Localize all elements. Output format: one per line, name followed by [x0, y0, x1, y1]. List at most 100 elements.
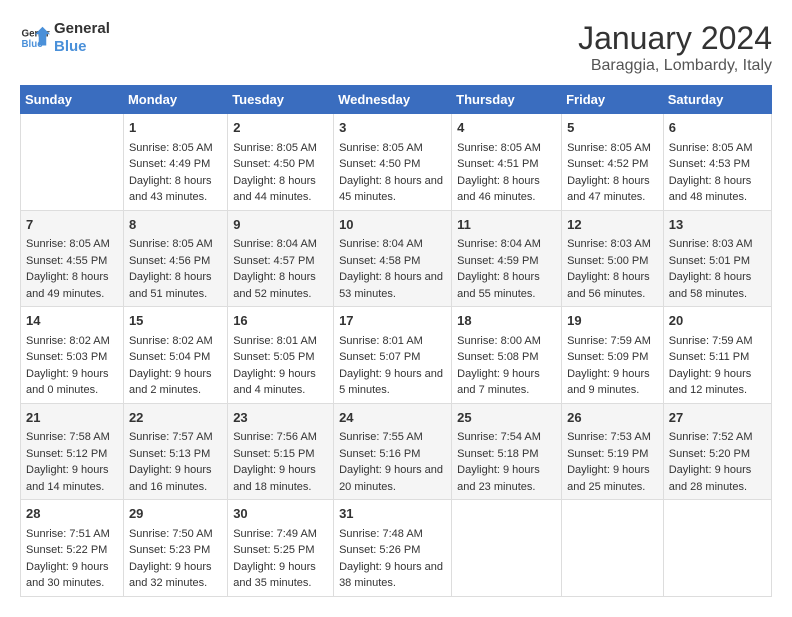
calendar-cell: 4Sunrise: 8:05 AMSunset: 4:51 PMDaylight… [452, 114, 562, 211]
daylight-text: Daylight: 9 hours and 16 minutes. [129, 462, 222, 495]
page-subtitle: Baraggia, Lombardy, Italy [578, 57, 772, 75]
sunset-text: Sunset: 5:11 PM [669, 349, 766, 366]
calendar-cell: 15Sunrise: 8:02 AMSunset: 5:04 PMDayligh… [123, 307, 227, 404]
calendar-cell: 20Sunrise: 7:59 AMSunset: 5:11 PMDayligh… [663, 307, 771, 404]
sunrise-text: Sunrise: 8:05 AM [26, 236, 118, 253]
sunset-text: Sunset: 5:25 PM [233, 542, 328, 559]
calendar-cell [663, 500, 771, 597]
daylight-text: Daylight: 8 hours and 53 minutes. [339, 269, 446, 302]
sunset-text: Sunset: 5:26 PM [339, 542, 446, 559]
day-number: 12 [567, 215, 658, 235]
sunset-text: Sunset: 4:56 PM [129, 253, 222, 270]
sunrise-text: Sunrise: 7:49 AM [233, 526, 328, 543]
day-number: 9 [233, 215, 328, 235]
daylight-text: Daylight: 8 hours and 43 minutes. [129, 173, 222, 206]
logo-text-line1: General [54, 20, 110, 38]
sunrise-text: Sunrise: 8:04 AM [233, 236, 328, 253]
daylight-text: Daylight: 9 hours and 32 minutes. [129, 559, 222, 592]
calendar-cell: 23Sunrise: 7:56 AMSunset: 5:15 PMDayligh… [228, 403, 334, 500]
sunset-text: Sunset: 5:12 PM [26, 446, 118, 463]
daylight-text: Daylight: 9 hours and 9 minutes. [567, 366, 658, 399]
day-number: 31 [339, 504, 446, 524]
sunset-text: Sunset: 4:51 PM [457, 156, 556, 173]
sunrise-text: Sunrise: 8:05 AM [669, 140, 766, 157]
calendar-cell: 7Sunrise: 8:05 AMSunset: 4:55 PMDaylight… [21, 210, 124, 307]
daylight-text: Daylight: 9 hours and 14 minutes. [26, 462, 118, 495]
day-number: 23 [233, 408, 328, 428]
day-number: 14 [26, 311, 118, 331]
sunrise-text: Sunrise: 7:53 AM [567, 429, 658, 446]
sunrise-text: Sunrise: 7:57 AM [129, 429, 222, 446]
calendar-cell: 6Sunrise: 8:05 AMSunset: 4:53 PMDaylight… [663, 114, 771, 211]
header-tuesday: Tuesday [228, 86, 334, 114]
sunrise-text: Sunrise: 7:59 AM [567, 333, 658, 350]
calendar-cell: 10Sunrise: 8:04 AMSunset: 4:58 PMDayligh… [334, 210, 452, 307]
sunset-text: Sunset: 5:20 PM [669, 446, 766, 463]
daylight-text: Daylight: 8 hours and 47 minutes. [567, 173, 658, 206]
logo: General Blue General Blue [20, 20, 110, 56]
sunset-text: Sunset: 5:15 PM [233, 446, 328, 463]
sunset-text: Sunset: 5:01 PM [669, 253, 766, 270]
calendar-cell: 3Sunrise: 8:05 AMSunset: 4:50 PMDaylight… [334, 114, 452, 211]
logo-text-line2: Blue [54, 38, 110, 56]
daylight-text: Daylight: 9 hours and 2 minutes. [129, 366, 222, 399]
calendar-cell: 16Sunrise: 8:01 AMSunset: 5:05 PMDayligh… [228, 307, 334, 404]
sunrise-text: Sunrise: 8:00 AM [457, 333, 556, 350]
sunset-text: Sunset: 4:53 PM [669, 156, 766, 173]
calendar-header: SundayMondayTuesdayWednesdayThursdayFrid… [21, 86, 772, 114]
sunset-text: Sunset: 4:52 PM [567, 156, 658, 173]
calendar-cell: 25Sunrise: 7:54 AMSunset: 5:18 PMDayligh… [452, 403, 562, 500]
daylight-text: Daylight: 9 hours and 20 minutes. [339, 462, 446, 495]
day-number: 17 [339, 311, 446, 331]
sunrise-text: Sunrise: 7:52 AM [669, 429, 766, 446]
sunrise-text: Sunrise: 8:05 AM [457, 140, 556, 157]
day-number: 25 [457, 408, 556, 428]
calendar-cell: 29Sunrise: 7:50 AMSunset: 5:23 PMDayligh… [123, 500, 227, 597]
sunset-text: Sunset: 5:16 PM [339, 446, 446, 463]
calendar-cell: 9Sunrise: 8:04 AMSunset: 4:57 PMDaylight… [228, 210, 334, 307]
calendar-cell: 28Sunrise: 7:51 AMSunset: 5:22 PMDayligh… [21, 500, 124, 597]
day-number: 5 [567, 118, 658, 138]
sunrise-text: Sunrise: 8:02 AM [129, 333, 222, 350]
calendar-cell: 26Sunrise: 7:53 AMSunset: 5:19 PMDayligh… [562, 403, 664, 500]
day-number: 2 [233, 118, 328, 138]
day-number: 26 [567, 408, 658, 428]
daylight-text: Daylight: 9 hours and 28 minutes. [669, 462, 766, 495]
sunrise-text: Sunrise: 8:03 AM [567, 236, 658, 253]
calendar-cell: 5 Sunrise: 8:05 AMSunset: 4:52 PMDaylight… [562, 114, 664, 211]
day-number: 15 [129, 311, 222, 331]
daylight-text: Daylight: 8 hours and 52 minutes. [233, 269, 328, 302]
sunrise-text: Sunrise: 8:05 AM [567, 140, 658, 157]
daylight-text: Daylight: 9 hours and 38 minutes. [339, 559, 446, 592]
sunset-text: Sunset: 4:57 PM [233, 253, 328, 270]
daylight-text: Daylight: 9 hours and 30 minutes. [26, 559, 118, 592]
calendar-cell: 24Sunrise: 7:55 AMSunset: 5:16 PMDayligh… [334, 403, 452, 500]
calendar-cell: 8Sunrise: 8:05 AMSunset: 4:56 PMDaylight… [123, 210, 227, 307]
sunset-text: Sunset: 4:50 PM [339, 156, 446, 173]
header-thursday: Thursday [452, 86, 562, 114]
day-number: 10 [339, 215, 446, 235]
sunset-text: Sunset: 5:03 PM [26, 349, 118, 366]
sunset-text: Sunset: 5:05 PM [233, 349, 328, 366]
calendar-cell [452, 500, 562, 597]
sunset-text: Sunset: 4:55 PM [26, 253, 118, 270]
daylight-text: Daylight: 9 hours and 25 minutes. [567, 462, 658, 495]
calendar-cell: 1Sunrise: 8:05 AMSunset: 4:49 PMDaylight… [123, 114, 227, 211]
sunrise-text: Sunrise: 8:04 AM [339, 236, 446, 253]
calendar-cell [562, 500, 664, 597]
sunset-text: Sunset: 4:49 PM [129, 156, 222, 173]
day-number: 6 [669, 118, 766, 138]
sunrise-text: Sunrise: 7:50 AM [129, 526, 222, 543]
day-number: 21 [26, 408, 118, 428]
sunrise-text: Sunrise: 8:05 AM [233, 140, 328, 157]
daylight-text: Daylight: 9 hours and 7 minutes. [457, 366, 556, 399]
sunset-text: Sunset: 5:18 PM [457, 446, 556, 463]
sunset-text: Sunset: 5:13 PM [129, 446, 222, 463]
daylight-text: Daylight: 9 hours and 18 minutes. [233, 462, 328, 495]
week-row-4: 21Sunrise: 7:58 AMSunset: 5:12 PMDayligh… [21, 403, 772, 500]
sunrise-text: Sunrise: 7:54 AM [457, 429, 556, 446]
day-number: 8 [129, 215, 222, 235]
sunset-text: Sunset: 5:00 PM [567, 253, 658, 270]
calendar-cell: 27Sunrise: 7:52 AMSunset: 5:20 PMDayligh… [663, 403, 771, 500]
sunset-text: Sunset: 5:09 PM [567, 349, 658, 366]
